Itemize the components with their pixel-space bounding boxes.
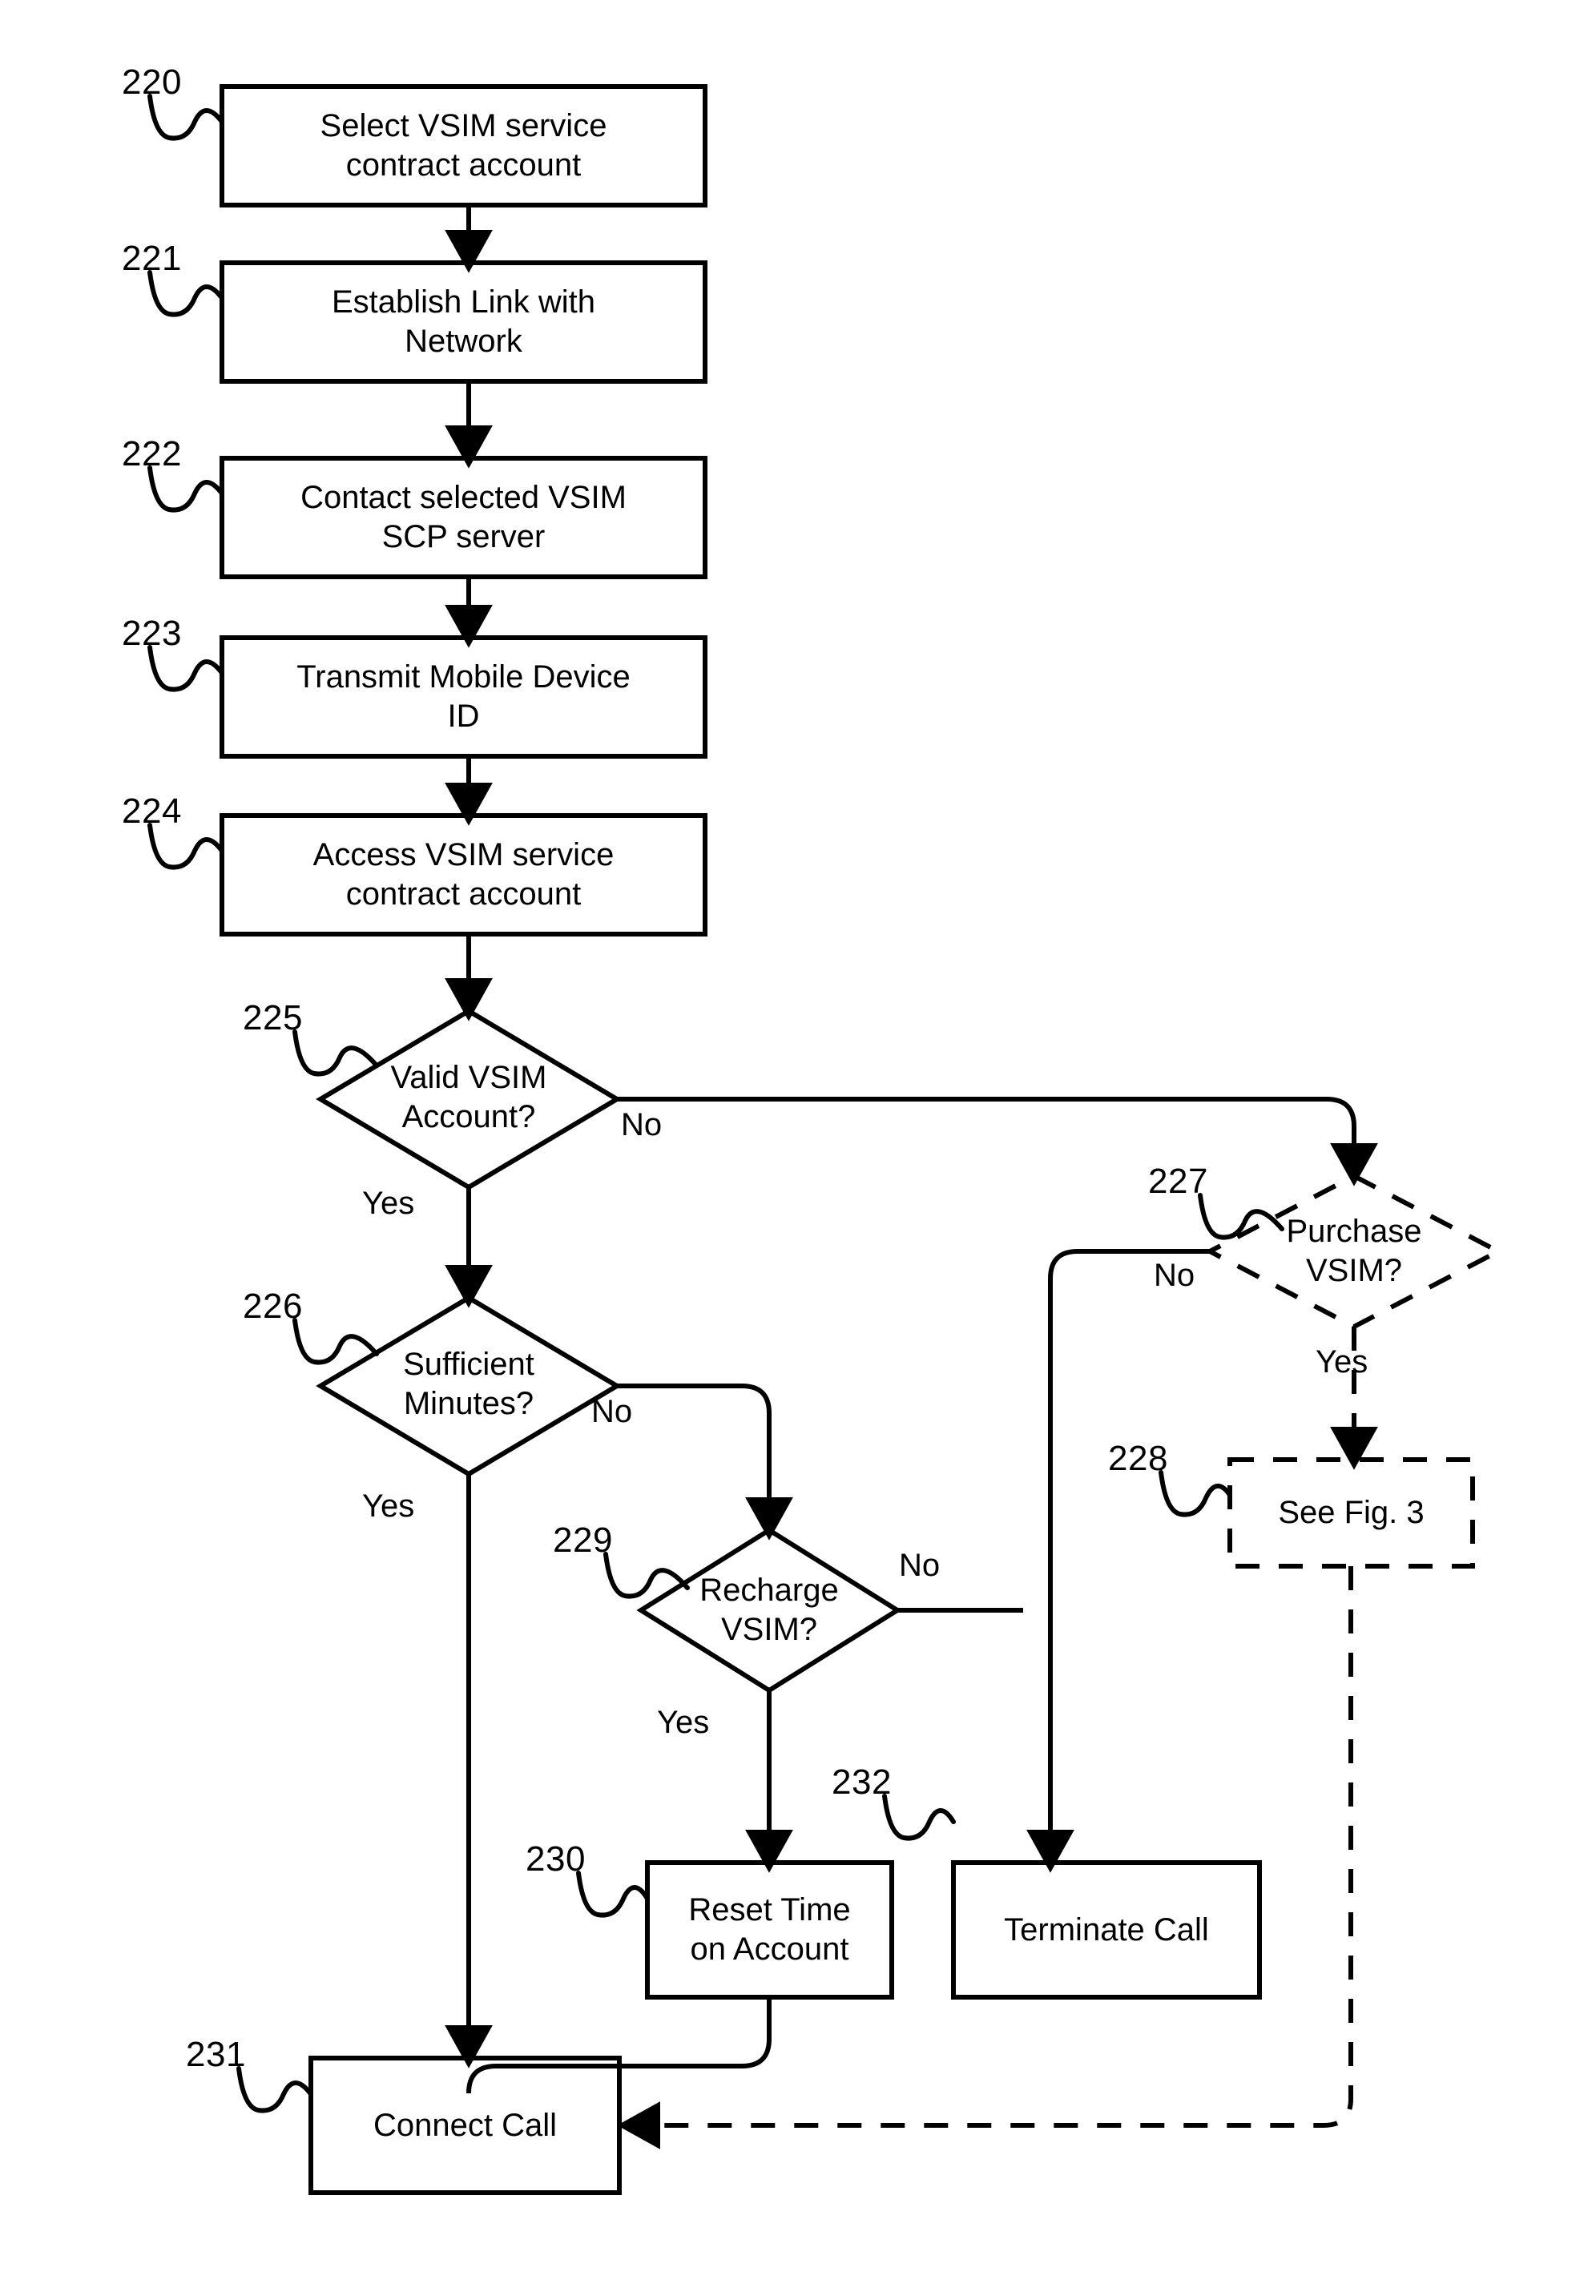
edge-label-purchase-no: No: [1154, 1258, 1195, 1293]
box-220: [220, 84, 707, 207]
box-224: [220, 813, 707, 937]
box-232: [951, 1860, 1262, 2000]
leader-225: [292, 1029, 379, 1077]
ref-number-226: 226: [243, 1287, 303, 1326]
leader-228: [1159, 1470, 1232, 1517]
ref-number-228: 228: [1108, 1439, 1168, 1478]
edge-label-recharge-no: No: [899, 1548, 941, 1583]
box-230: [645, 1860, 894, 2000]
box-228: [1227, 1457, 1475, 1569]
box-231: [308, 2056, 622, 2195]
edge-226-no-229: [617, 1384, 793, 1541]
ref-number-230: 230: [526, 1839, 586, 1879]
edge-228-231: [617, 1566, 1353, 2149]
leader-230: [576, 1871, 650, 1918]
edge-label-sufficient-yes: Yes: [362, 1488, 415, 1524]
edge-225-no-227: [617, 1097, 1378, 1186]
leader-226: [292, 1318, 379, 1365]
edge-label-purchase-yes: Yes: [1316, 1344, 1368, 1380]
ref-number-223: 223: [122, 614, 182, 653]
leader-231: [236, 2066, 313, 2113]
box-221: [220, 260, 707, 384]
diamond-227: [1204, 1173, 1504, 1330]
ref-number-221: 221: [122, 239, 182, 278]
diamond-225: [316, 1008, 622, 1190]
ref-number-222: 222: [122, 434, 182, 473]
flowchart-figure: Select VSIM service contract account Est…: [0, 0, 1596, 2296]
ref-number-227: 227: [1148, 1162, 1208, 1201]
edge-label-valid-no: No: [621, 1107, 663, 1142]
flowchart-connectors: [147, 84, 1504, 2195]
leader-232: [882, 1794, 956, 1841]
ref-number-225: 225: [243, 998, 303, 1037]
diamond-229: [636, 1527, 902, 1694]
diamond-226: [316, 1295, 622, 1477]
ref-number-224: 224: [122, 792, 182, 831]
edge-227-no-232: [1026, 1249, 1210, 1873]
ref-number-232: 232: [832, 1762, 892, 1802]
edge-label-recharge-yes: Yes: [657, 1705, 710, 1740]
ref-number-229: 229: [553, 1521, 613, 1560]
edge-label-sufficient-no: No: [591, 1394, 633, 1429]
box-223: [220, 635, 707, 759]
box-222: [220, 456, 707, 579]
ref-number-231: 231: [186, 2035, 246, 2074]
leader-227: [1198, 1193, 1284, 1240]
edge-label-valid-yes: Yes: [362, 1186, 415, 1221]
ref-number-220: 220: [122, 62, 182, 102]
